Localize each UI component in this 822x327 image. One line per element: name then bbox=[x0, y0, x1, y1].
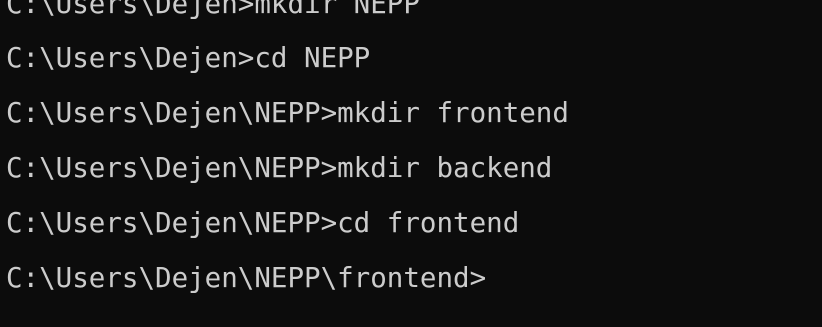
terminal-window[interactable]: C:\Users\Dejen>mkdir NEPP C:\Users\Dejen… bbox=[0, 0, 822, 327]
terminal-line-mkdir-backend: C:\Users\Dejen\NEPP>mkdir backend bbox=[6, 152, 553, 184]
terminal-line-cd-nepp: C:\Users\Dejen>cd NEPP bbox=[6, 42, 371, 74]
terminal-line-mkdir-nepp: C:\Users\Dejen>mkdir NEPP bbox=[6, 0, 420, 20]
terminal-line-mkdir-frontend: C:\Users\Dejen\NEPP>mkdir frontend bbox=[6, 97, 569, 129]
terminal-line-cd-frontend: C:\Users\Dejen\NEPP>cd frontend bbox=[6, 207, 520, 239]
terminal-prompt-line[interactable]: C:\Users\Dejen\NEPP\frontend> bbox=[6, 260, 486, 296]
